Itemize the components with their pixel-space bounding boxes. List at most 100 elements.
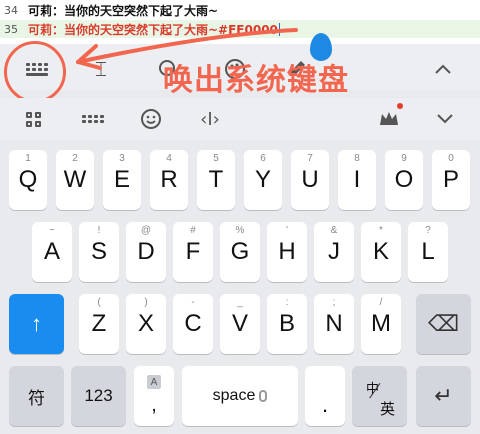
key-m[interactable]: / M <box>361 294 401 354</box>
chevron-up-icon[interactable] <box>428 54 458 84</box>
key-w[interactable]: 2W <box>56 150 94 210</box>
key-sub: * <box>379 225 383 236</box>
key-label: D <box>137 238 155 265</box>
key-z[interactable]: (Z <box>79 294 119 354</box>
key-f[interactable]: # F <box>173 222 213 282</box>
key-o[interactable]: 9O <box>385 150 423 210</box>
key-v[interactable]: _ V <box>220 294 260 354</box>
key-label: N <box>325 310 343 337</box>
key-sub: ) <box>144 297 148 308</box>
key-sub: 4 <box>166 153 172 164</box>
key-k[interactable]: * K <box>361 222 401 282</box>
keyboard-icon[interactable] <box>78 106 108 132</box>
backspace-key[interactable]: ⌫ <box>416 294 471 354</box>
key-e[interactable]: 3E <box>103 150 141 210</box>
enter-key[interactable]: ↵ <box>416 366 471 426</box>
enter-icon: ↵ <box>434 383 453 408</box>
key-j[interactable]: & J <box>314 222 354 282</box>
keyboard-toolbar-bottom <box>0 98 480 140</box>
key-d[interactable]: @ D <box>126 222 166 282</box>
key-sub: ~ <box>49 225 55 236</box>
microphone-icon <box>259 390 268 402</box>
key-label: C <box>184 310 202 337</box>
key-sub: 1 <box>25 153 31 164</box>
key-label: T <box>208 166 224 193</box>
lang-bottom-label: 英 <box>380 401 396 418</box>
editor-line[interactable]: 34 可莉：当你的天空突然下起了大雨~ <box>0 1 480 19</box>
crown-icon[interactable] <box>376 106 402 132</box>
space-label: space <box>212 387 256 404</box>
key-r[interactable]: 4R <box>150 150 188 210</box>
notification-dot <box>397 103 403 109</box>
key-label: W <box>63 166 87 193</box>
key-label: P <box>442 166 459 193</box>
key-label: L <box>421 238 435 265</box>
key-g[interactable]: % G <box>220 222 260 282</box>
key-sub: 0 <box>448 153 454 164</box>
key-label: R <box>160 166 178 193</box>
key-sub: / <box>379 297 383 308</box>
key-p[interactable]: 0P <box>432 150 470 210</box>
key-n[interactable]: ; N <box>314 294 354 354</box>
key-label: O <box>394 166 414 193</box>
symbols-key[interactable]: 符 <box>9 366 64 426</box>
key-q[interactable]: 1Q <box>9 150 47 210</box>
space-key[interactable]: space <box>182 366 298 426</box>
key-i[interactable]: 8I <box>338 150 376 210</box>
key-sub: 7 <box>307 153 313 164</box>
key-label: I <box>353 166 361 193</box>
key-sub: # <box>190 225 196 236</box>
key-sub: 9 <box>401 153 407 164</box>
key-s[interactable]: ! S <box>79 222 119 282</box>
shift-key[interactable]: ↑ <box>9 294 64 354</box>
key-label: Z <box>91 310 107 337</box>
comma-key[interactable]: A , <box>134 366 174 426</box>
key-x[interactable]: ) X <box>126 294 166 354</box>
key-h[interactable]: ' H <box>267 222 307 282</box>
key-sub: 3 <box>119 153 125 164</box>
key-sub: ( <box>97 297 101 308</box>
key-y[interactable]: 6Y <box>244 150 282 210</box>
key-label: K <box>372 238 389 265</box>
key-sub: 8 <box>354 153 360 164</box>
key-u[interactable]: 7U <box>291 150 329 210</box>
key-label: Y <box>254 166 271 193</box>
screen: 34 可莉：当你的天空突然下起了大雨~ 35 可莉：当你的天空突然下起了大雨~#… <box>0 0 480 434</box>
period-key[interactable]: . <box>305 366 345 426</box>
emoji-icon[interactable] <box>138 106 164 132</box>
key-b[interactable]: :B <box>267 294 307 354</box>
numbers-key[interactable]: 123 <box>71 366 126 426</box>
key-sub: _ <box>237 297 243 308</box>
chevron-down-icon[interactable] <box>432 106 458 132</box>
shift-arrow-icon: ↑ <box>31 311 42 336</box>
highlight-circle <box>4 41 66 103</box>
backspace-icon: ⌫ <box>427 311 460 336</box>
cursor-move-icon[interactable]: ‹I› <box>196 106 224 132</box>
annotation-text: 唤出系统键盘 <box>163 63 349 98</box>
key-l[interactable]: ? L <box>408 222 448 282</box>
line-number: 35 <box>4 22 18 36</box>
key-sub: ? <box>425 225 431 236</box>
key-sub: 2 <box>72 153 78 164</box>
key-sub: : <box>285 297 289 308</box>
key-t[interactable]: 5T <box>197 150 235 210</box>
input-mode-badge: A <box>147 375 161 389</box>
key-label: X <box>137 310 154 337</box>
key-c[interactable]: -C <box>173 294 213 354</box>
key-label: G <box>230 238 250 265</box>
key-sub: @ <box>140 225 152 236</box>
language-switch-key[interactable]: 中 英 <box>352 366 407 426</box>
key-label: Q <box>18 166 38 193</box>
key-label: S <box>90 238 107 265</box>
key-sub: % <box>235 225 245 236</box>
line-number: 34 <box>4 3 18 17</box>
key-label: A <box>43 238 60 265</box>
key-label: , <box>151 393 157 416</box>
key-sub: 6 <box>260 153 266 164</box>
grid-icon[interactable] <box>20 106 46 132</box>
key-label: E <box>113 166 130 193</box>
key-sub: ! <box>97 225 101 236</box>
key-label: . <box>321 392 329 417</box>
key-sub: - <box>191 297 195 308</box>
key-a[interactable]: ~ A <box>32 222 72 282</box>
